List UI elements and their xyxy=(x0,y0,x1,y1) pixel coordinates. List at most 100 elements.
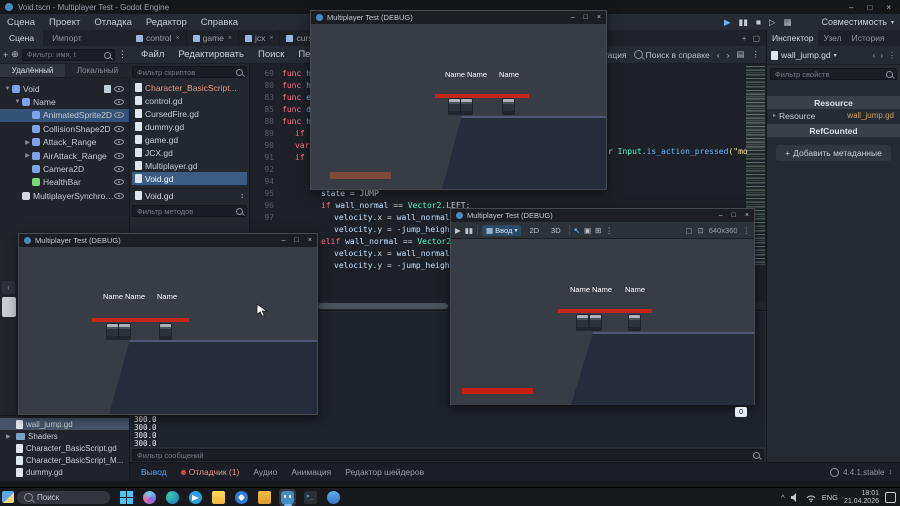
scene-tab-control[interactable]: control × xyxy=(130,30,187,46)
chevron-down-icon[interactable]: ▾ xyxy=(834,52,837,59)
pause-button[interactable]: ▮▮ xyxy=(465,226,473,235)
maximize-icon[interactable]: □ xyxy=(867,3,872,12)
3d-view-button[interactable]: 3D xyxy=(547,225,565,236)
close-icon[interactable]: × xyxy=(308,237,312,244)
close-icon[interactable]: × xyxy=(886,3,891,12)
volume-icon[interactable] xyxy=(790,493,800,502)
help-search-button[interactable]: Поиск в справке xyxy=(633,50,710,60)
more-icon[interactable]: ⋮ xyxy=(743,226,751,235)
dock-tab-Сцена[interactable]: Сцена xyxy=(0,30,44,46)
tree-node-CollisionShape2D[interactable]: CollisionShape2D xyxy=(0,122,129,135)
scene-tab-game[interactable]: game × xyxy=(187,30,239,46)
resize-icon[interactable]: ↕ xyxy=(889,469,893,476)
history-forward-icon[interactable]: › xyxy=(727,50,730,60)
add-node-icon[interactable]: + xyxy=(3,50,8,60)
history-forward-icon[interactable]: › xyxy=(880,51,883,60)
dock-tab-Импорт[interactable]: Импорт xyxy=(43,30,91,46)
tree-node-AirAttack_Range[interactable]: ▶ AirAttack_Range xyxy=(0,149,129,162)
taskbar-search[interactable]: Поиск xyxy=(17,491,110,504)
minimize-icon[interactable]: – xyxy=(282,237,286,244)
movie-mode-button[interactable]: ▦ xyxy=(784,17,792,28)
script-attached-icon[interactable] xyxy=(104,84,111,93)
bottom-tab-Отладчик (1)[interactable]: Отладчик (1) xyxy=(174,467,247,477)
menu-Сцена[interactable]: Сцена xyxy=(0,17,42,28)
game-window-titlebar[interactable]: Multiplayer Test (DEBUG) – □ × xyxy=(451,209,754,222)
select-tool-icon[interactable]: ↖ xyxy=(574,226,580,235)
play-button[interactable]: ▶ xyxy=(455,226,461,235)
maximize-icon[interactable]: □ xyxy=(584,14,588,21)
menu-Отладка[interactable]: Отладка xyxy=(87,17,139,28)
taskbar-app-telegram[interactable] xyxy=(187,489,204,506)
tool-menu-icon[interactable]: ⋮ xyxy=(605,226,613,235)
expand-icon[interactable]: ▶ xyxy=(6,433,13,440)
language-indicator[interactable]: ENG xyxy=(822,493,838,502)
file-row-wall_jump.gd[interactable]: wall_jump.gd xyxy=(0,418,129,430)
script-item-JCX.gd[interactable]: JCX.gd xyxy=(132,146,247,159)
menu-Справка[interactable]: Справка xyxy=(194,17,245,28)
close-tab-icon[interactable]: × xyxy=(269,35,273,42)
history-back-icon[interactable]: ‹ xyxy=(873,51,876,60)
close-tab-icon[interactable]: × xyxy=(228,35,232,42)
add-metadata-button[interactable]: + Добавить метаданные xyxy=(776,145,891,161)
tray-expand-icon[interactable]: ^ xyxy=(781,493,785,502)
renderer-select[interactable]: Совместимость ▾ xyxy=(821,14,894,30)
script-item-control.gd[interactable]: control.gd xyxy=(132,94,247,107)
mode-tab-Локальный[interactable]: Локальный xyxy=(65,64,130,78)
game-window-titlebar[interactable]: Multiplayer Test (DEBUG) – □ × xyxy=(311,11,606,24)
visibility-toggle-icon[interactable] xyxy=(114,166,124,173)
open-script-row[interactable]: Void.gd ↕ xyxy=(132,188,247,202)
expand-icon[interactable]: ▶ xyxy=(23,139,32,146)
visibility-toggle-icon[interactable] xyxy=(114,139,124,146)
file-row-Character_BasicScript.gd[interactable]: Character_BasicScript.gd xyxy=(0,442,129,454)
game-window-float[interactable]: Multiplayer Test (DEBUG) – □ × Name Name… xyxy=(18,233,318,415)
input-mode-button[interactable]: ▦ Ввод ▾ xyxy=(482,224,522,236)
visibility-toggle-icon[interactable] xyxy=(114,179,124,186)
inspector-menu-icon[interactable]: ⋮ xyxy=(888,51,896,60)
file-row-dummy.gd[interactable]: dummy.gd xyxy=(0,466,129,478)
script-item-Void.gd[interactable]: Void.gd xyxy=(132,172,247,185)
wifi-icon[interactable] xyxy=(806,494,816,502)
panel-toggle-icon[interactable]: ▤ xyxy=(736,49,744,60)
game-window-embedded[interactable]: Multiplayer Test (DEBUG) – □ × ▶ ▮▮ ▦ Вв… xyxy=(450,208,755,405)
script-menu-Файл[interactable]: Файл xyxy=(134,49,171,60)
visibility-toggle-icon[interactable] xyxy=(114,125,124,132)
dock-tab-Инспектор[interactable]: Инспектор xyxy=(767,30,819,46)
script-menu-Поиск[interactable]: Поиск xyxy=(251,49,291,60)
visibility-toggle-icon[interactable] xyxy=(114,152,124,159)
visibility-toggle-icon[interactable] xyxy=(114,85,124,92)
file-row-Character_BasicScript_M...[interactable]: Character_BasicScript_M... xyxy=(0,454,129,466)
bottom-tab-Вывод[interactable]: Вывод xyxy=(134,467,174,477)
dock-tab-Узел[interactable]: Узел xyxy=(818,30,846,46)
play-scene-button[interactable]: ▷ xyxy=(769,17,776,28)
close-icon[interactable]: × xyxy=(745,212,749,219)
script-item-game.gd[interactable]: game.gd xyxy=(132,133,247,146)
minimize-icon[interactable]: – xyxy=(849,3,853,12)
tree-node-AnimatedSprite2D[interactable]: AnimatedSprite2D xyxy=(0,108,129,123)
minimize-icon[interactable]: – xyxy=(719,212,723,219)
inspected-resource[interactable]: wall_jump.gd xyxy=(781,50,831,60)
dock-menu-icon[interactable]: ⋮ xyxy=(118,49,127,60)
2d-view-button[interactable]: 2D xyxy=(525,225,543,236)
fullscreen-icon[interactable]: ▢ xyxy=(685,226,692,235)
game-viewport[interactable]: Name Name Name xyxy=(311,24,606,189)
weather-widget-icon[interactable] xyxy=(2,491,14,503)
bottom-tab-Аудио[interactable]: Аудио xyxy=(246,467,284,477)
expand-icon[interactable]: ▼ xyxy=(13,99,22,105)
game-window-top[interactable]: Multiplayer Test (DEBUG) – □ × Name Name… xyxy=(310,10,607,190)
taskbar-app-edge[interactable] xyxy=(164,489,181,506)
expand-icon[interactable]: ▶ xyxy=(23,152,32,159)
instance-scene-icon[interactable]: ⊕ xyxy=(11,49,19,60)
play-button[interactable]: ▶ xyxy=(724,17,731,28)
scene-filter-input[interactable] xyxy=(21,48,115,61)
game-window-titlebar[interactable]: Multiplayer Test (DEBUG) – □ × xyxy=(19,234,317,247)
tree-node-Camera2D[interactable]: Camera2D xyxy=(0,162,129,175)
stop-button[interactable]: ■ xyxy=(756,17,761,27)
tree-node-Void[interactable]: ▼ Void xyxy=(0,82,129,95)
menu-Проект[interactable]: Проект xyxy=(42,17,87,28)
tree-node-MultiplayerSynchronizer[interactable]: MultiplayerSynchronizer xyxy=(0,189,129,202)
expand-icon[interactable]: ▼ xyxy=(3,86,12,92)
add-scene-icon[interactable]: + xyxy=(742,34,747,43)
embed-icon[interactable]: ⊡ xyxy=(697,226,703,235)
bottom-tab-Анимация[interactable]: Анимация xyxy=(284,467,338,477)
script-menu-icon[interactable]: ⋮ xyxy=(752,49,761,60)
